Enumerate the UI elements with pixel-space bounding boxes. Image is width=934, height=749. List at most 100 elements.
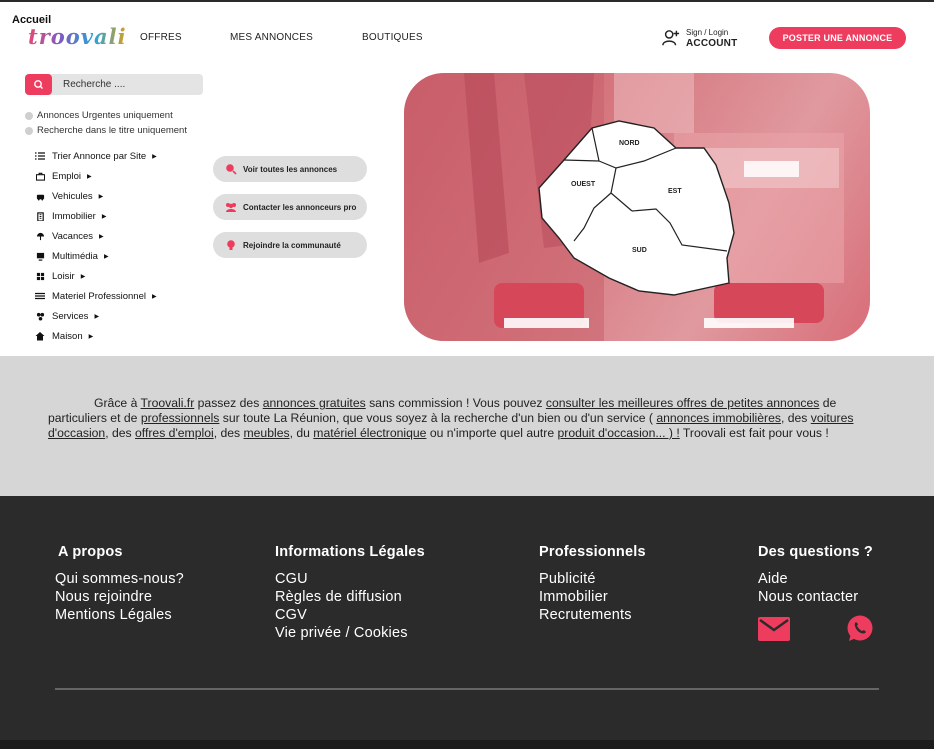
menu-item-vacances[interactable]: Vacances ▶ <box>35 226 195 246</box>
join-community-label: Rejoindre la communauté <box>243 240 341 250</box>
search-input[interactable] <box>63 77 198 92</box>
intro-text: , des <box>780 411 811 425</box>
nav-offres[interactable]: OFFRES <box>140 32 182 43</box>
menu-item-services[interactable]: Services ▶ <box>35 306 195 326</box>
free-ads-link[interactable]: annonces gratuites <box>263 396 366 410</box>
urgent-only-label: Annonces Urgentes uniquement <box>37 110 173 121</box>
footer-link[interactable]: Règles de diffusion <box>275 588 425 606</box>
troovali-logo[interactable]: troovali <box>28 24 127 49</box>
nav-boutiques[interactable]: BOUTIQUES <box>362 32 423 43</box>
search-icon <box>34 80 43 89</box>
mail-icon[interactable] <box>758 615 790 643</box>
chevron-right-icon: ▶ <box>94 313 100 320</box>
account-link[interactable]: Sign / Login ACCOUNT <box>662 28 742 49</box>
search-bar <box>25 74 203 95</box>
footer-link[interactable]: Aide <box>758 570 873 588</box>
view-all-ads-button[interactable]: Voir toutes les annonces <box>213 156 367 182</box>
map-island <box>538 120 735 296</box>
used-products-link[interactable]: produit d'occasion... ) ! <box>558 426 680 440</box>
region-ouest[interactable]: OUEST <box>571 181 595 188</box>
electronics-link[interactable]: matériel électronique <box>313 426 426 440</box>
furniture-link[interactable]: meubles <box>244 426 290 440</box>
footer-heading: Professionnels <box>539 544 646 560</box>
add-user-icon <box>662 30 680 46</box>
menu-item-vehicules[interactable]: Vehicules ▶ <box>35 186 195 206</box>
menu-label: Immobilier <box>52 210 96 222</box>
radio-dot[interactable] <box>25 111 33 120</box>
umbrella-icon <box>35 231 45 241</box>
region-nord[interactable]: NORD <box>619 140 640 147</box>
intro-band: Grâce à Troovali.fr passez des annonces … <box>0 356 934 496</box>
menu-label: Emploi <box>52 170 82 182</box>
footer-link[interactable]: Mentions Légales <box>55 606 184 624</box>
footer-link[interactable]: Recrutements <box>539 606 646 624</box>
urgent-only-option[interactable]: Annonces Urgentes uniquement <box>25 110 173 121</box>
users-icon <box>225 201 237 213</box>
intro-text: sans commission ! Vous pouvez <box>365 396 546 410</box>
region-sud[interactable]: SUD <box>632 247 647 254</box>
whatsapp-icon[interactable] <box>845 615 877 643</box>
region-est[interactable]: EST <box>668 188 682 195</box>
footer-link[interactable]: Nous contacter <box>758 588 873 606</box>
contact-pro-button[interactable]: Contacter les annonceurs pro <box>213 194 367 220</box>
puzzle-icon <box>35 271 45 281</box>
radio-dot[interactable] <box>25 126 33 135</box>
title-only-option[interactable]: Recherche dans le titre uniquement <box>25 125 187 136</box>
intro-text: passez des <box>194 396 263 410</box>
footer-link[interactable]: Qui sommes-nous? <box>55 570 184 588</box>
home-icon <box>35 331 45 341</box>
tools-icon <box>35 291 45 301</box>
hero-banner: NORD OUEST EST SUD <box>404 73 870 341</box>
view-all-ads-label: Voir toutes les annonces <box>243 164 338 174</box>
list-icon <box>35 151 45 161</box>
real-estate-link[interactable]: annonces immobilières <box>656 411 781 425</box>
footer-link[interactable]: Nous rejoindre <box>55 588 184 606</box>
site-header: Accueil troovali OFFRES MES ANNONCES BOU… <box>0 2 934 66</box>
best-offers-link[interactable]: consulter les meilleures offres de petit… <box>546 396 819 410</box>
intro-text: Grâce à <box>94 396 141 410</box>
reunion-map[interactable] <box>404 73 870 341</box>
category-menu: Trier Annonce par Site ▶ Emploi ▶ Vehicule… <box>35 146 195 346</box>
menu-item-trier[interactable]: Trier Annonce par Site ▶ <box>35 146 195 166</box>
footer-heading: Des questions ? <box>758 544 873 560</box>
post-ad-button[interactable]: POSTER UNE ANNONCE <box>769 27 906 49</box>
chevron-right-icon: ▶ <box>103 253 109 260</box>
nav-mes-annonces[interactable]: MES ANNONCES <box>230 32 313 43</box>
account-sign-login: Sign / Login <box>686 28 729 37</box>
footer-col-legal: Informations Légales CGU Règles de diffu… <box>275 544 425 642</box>
footer-divider <box>55 688 879 690</box>
job-offers-link[interactable]: offres d'emploi <box>135 426 214 440</box>
footer-link[interactable]: Vie privée / Cookies <box>275 624 425 642</box>
site-footer: A propos Qui sommes-nous? Nous rejoindre… <box>0 496 934 749</box>
title-only-label: Recherche dans le titre uniquement <box>37 125 187 136</box>
chevron-right-icon: ▶ <box>101 213 107 220</box>
chevron-right-icon: ▶ <box>88 333 94 340</box>
intro-text: Troovali est fait pour vous ! <box>679 426 829 440</box>
menu-item-emploi[interactable]: Emploi ▶ <box>35 166 195 186</box>
menu-label: Vacances <box>52 230 94 242</box>
troovali-link[interactable]: Troovali.fr <box>141 396 195 410</box>
footer-link[interactable]: CGV <box>275 606 425 624</box>
menu-label: Vehicules <box>52 190 93 202</box>
footer-link[interactable]: Publicité <box>539 570 646 588</box>
menu-item-multimedia[interactable]: Multimédia ▶ <box>35 246 195 266</box>
join-community-button[interactable]: Rejoindre la communauté <box>213 232 367 258</box>
professionals-link[interactable]: professionnels <box>141 411 220 425</box>
chevron-right-icon: ▶ <box>80 273 86 280</box>
intro-text: ou n'importe quel autre <box>426 426 558 440</box>
footer-link[interactable]: CGU <box>275 570 425 588</box>
search-button[interactable] <box>25 74 52 95</box>
menu-item-loisir[interactable]: Loisir ▶ <box>35 266 195 286</box>
building-icon <box>35 211 45 221</box>
footer-link[interactable]: Immobilier <box>539 588 646 606</box>
menu-item-maison[interactable]: Maison ▶ <box>35 326 195 346</box>
chevron-right-icon: ▶ <box>152 153 157 160</box>
chevron-right-icon: ▶ <box>99 233 104 240</box>
contact-pro-label: Contacter les annonceurs pro <box>243 202 357 212</box>
menu-item-materiel-pro[interactable]: Materiel Professionnel ▶ <box>35 286 195 306</box>
footer-col-questions: Des questions ? Aide Nous contacter <box>758 544 873 606</box>
bulb-icon <box>225 239 237 251</box>
menu-label: Loisir <box>52 270 75 282</box>
chevron-right-icon: ▶ <box>98 193 104 200</box>
menu-item-immobilier[interactable]: Immobilier ▶ <box>35 206 195 226</box>
